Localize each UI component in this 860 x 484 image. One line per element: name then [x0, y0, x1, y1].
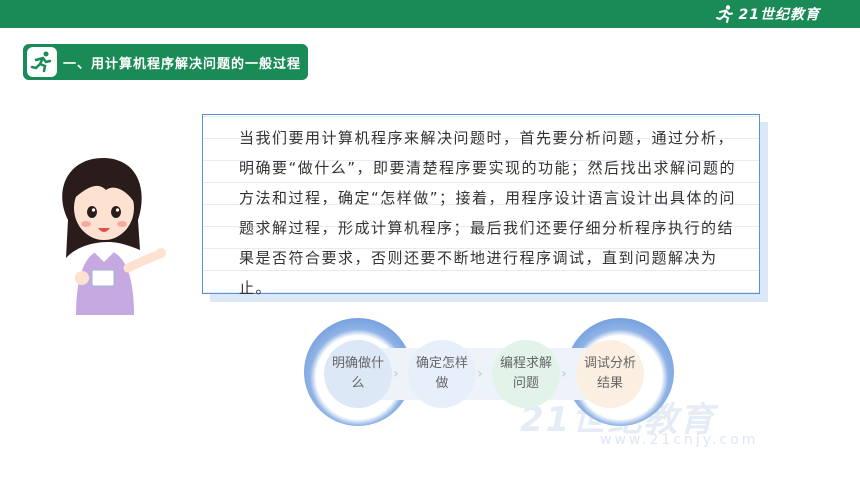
- explanation-text: 当我们要用计算机程序来解决问题时，首先要分析问题，通过分析，明确要“做什么”，即…: [239, 129, 737, 297]
- process-flow: 明确做什么 › 确定怎样做 › 编程求解问题 › 调试分析结果: [304, 318, 674, 428]
- cartoon-girl-illustration: [62, 158, 166, 315]
- flow-step-3: 编程求解问题: [492, 340, 560, 408]
- brand-name: 21世纪教育: [738, 7, 820, 23]
- watermark-url: www.21cnjy.com: [600, 432, 759, 448]
- chevron-right-icon: ›: [393, 366, 399, 382]
- top-bar: 21世纪教育: [0, 0, 860, 28]
- chevron-right-icon: ›: [561, 366, 567, 382]
- runner-logo-icon: [715, 5, 733, 23]
- explanation-card: 当我们要用计算机程序来解决问题时，首先要分析问题，通过分析，明确要“做什么”，即…: [202, 114, 760, 297]
- brand-logo: 21世纪教育: [715, 4, 820, 24]
- chevron-right-icon: ›: [477, 366, 483, 382]
- flow-step-2: 确定怎样做: [408, 340, 476, 408]
- flow-step-1: 明确做什么: [324, 340, 392, 408]
- section-title: 一、用计算机程序解决问题的一般过程: [23, 44, 308, 80]
- runner-icon: [27, 47, 57, 77]
- section-heading: 一、用计算机程序解决问题的一般过程: [63, 56, 302, 72]
- flow-step-4: 调试分析结果: [576, 340, 644, 408]
